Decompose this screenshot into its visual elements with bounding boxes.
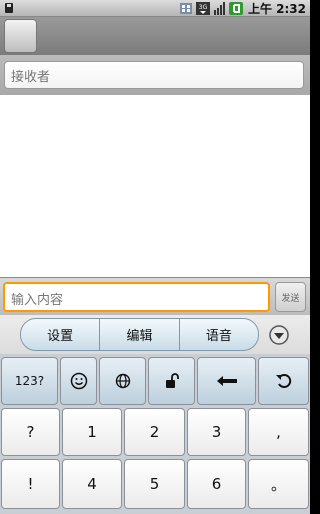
chevron-down-circle-icon[interactable] (269, 325, 289, 345)
key-period[interactable]: 。 (248, 459, 309, 509)
key-emoji[interactable] (60, 357, 97, 405)
sd-card-icon (5, 3, 13, 13)
key-lock[interactable] (148, 357, 195, 405)
key-backspace[interactable] (197, 357, 256, 405)
signal-strength-icon (213, 2, 225, 15)
status-bar: 3G 上午 2:32 (0, 0, 310, 17)
key-comma[interactable]: , (248, 408, 309, 456)
key-language[interactable] (99, 357, 146, 405)
key-mode-switch[interactable]: 123? (1, 357, 58, 405)
sim-card-icon (179, 3, 192, 14)
contact-avatar-button[interactable] (4, 19, 37, 53)
svg-text:3G: 3G (199, 4, 208, 11)
recipient-placeholder: 接收者 (11, 70, 51, 85)
message-placeholder: 输入内容 (11, 293, 64, 308)
undo-icon (275, 374, 291, 388)
send-label: 发送 (281, 293, 300, 304)
backspace-arrow-icon (216, 376, 237, 386)
recipient-input[interactable]: 接收者 (4, 61, 304, 89)
key-1[interactable]: 1 (62, 408, 122, 456)
smiley-icon (70, 372, 87, 390)
conversation-area (0, 95, 310, 277)
network-3g-icon: 3G (195, 2, 210, 15)
key-2[interactable]: 2 (124, 408, 185, 456)
ime-settings-button[interactable]: 设置 (21, 319, 101, 350)
ime-function-group: 设置 编辑 语音 (20, 318, 259, 351)
ime-toolbar: 设置 编辑 语音 (0, 315, 310, 354)
key-undo[interactable] (258, 357, 309, 405)
globe-icon (115, 373, 130, 389)
key-question[interactable]: ? (1, 408, 60, 456)
ime-edit-button[interactable]: 编辑 (100, 319, 180, 350)
key-4[interactable]: 4 (62, 459, 122, 509)
keyboard: 123? ? 1 2 3 , ! 4 5 6 。 (0, 354, 310, 514)
battery-icon (228, 2, 243, 15)
recipients-panel: 接收者 (0, 55, 310, 95)
message-input[interactable]: 输入内容 (3, 282, 270, 312)
unlock-icon (165, 373, 179, 388)
compose-bar: 输入内容 发送 (0, 277, 310, 315)
key-exclamation[interactable]: ! (1, 459, 60, 509)
ime-voice-button[interactable]: 语音 (180, 319, 258, 350)
send-button[interactable]: 发送 (275, 282, 306, 312)
key-3[interactable]: 3 (187, 408, 246, 456)
key-6[interactable]: 6 (187, 459, 246, 509)
status-time: 上午 2:32 (247, 2, 306, 16)
key-5[interactable]: 5 (124, 459, 185, 509)
app-header (0, 17, 310, 55)
